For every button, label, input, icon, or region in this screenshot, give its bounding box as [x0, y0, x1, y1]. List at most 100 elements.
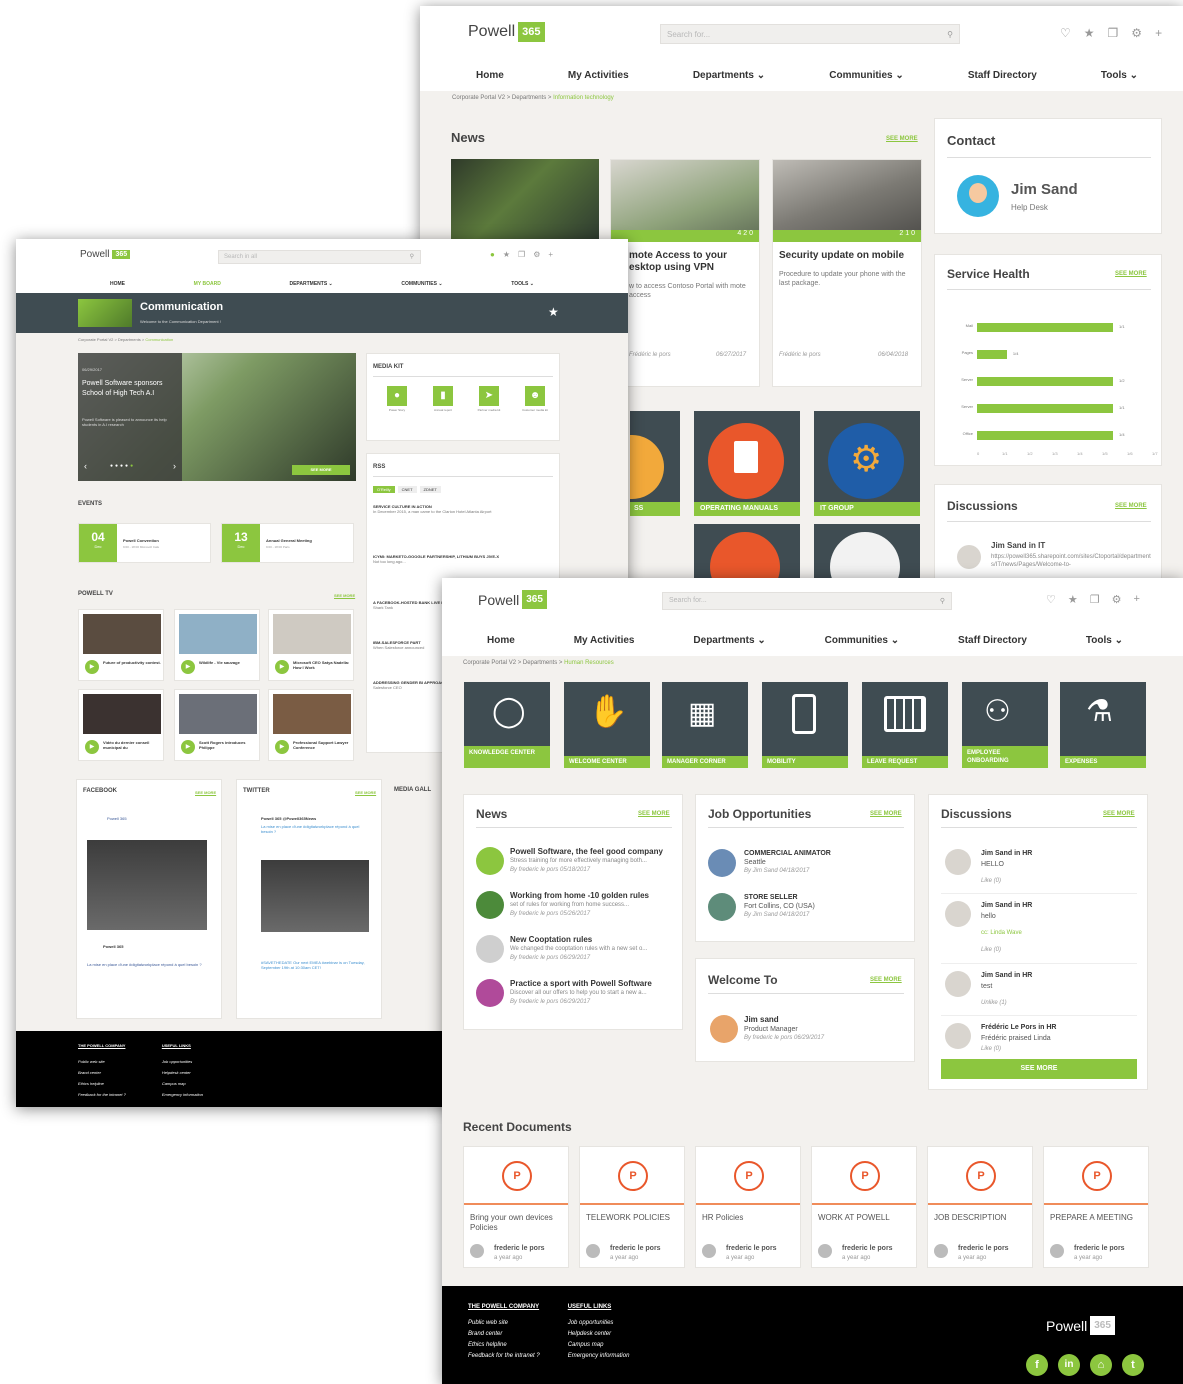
footer-link[interactable]: Feedback for the intranet ? [468, 1351, 540, 1362]
event-card[interactable]: 04 Dec Powell Convention 9:00 - 18:00 Mic… [78, 523, 211, 563]
youtube-icon[interactable]: ⌂ [1090, 1354, 1112, 1376]
document-card[interactable]: P Bring your own devices Policies freder… [463, 1146, 569, 1268]
next-arrow-icon[interactable]: › [173, 461, 176, 471]
news-item[interactable]: New Cooptation rules We changed the coopt… [510, 935, 676, 963]
plus-icon[interactable]: + [548, 250, 553, 259]
footer-link[interactable]: Helpdesk center [568, 1329, 630, 1340]
discussions-see-more-button[interactable]: SEE MORE [941, 1059, 1137, 1079]
avatar[interactable] [957, 175, 999, 217]
rss-tab[interactable]: ZDNET [419, 486, 441, 493]
see-more-link[interactable]: SEE MORE [195, 790, 216, 795]
nav-item[interactable]: My Activities [574, 635, 635, 646]
video-card[interactable]: ▶ Vidéo du dernier conseil municipal du [78, 689, 164, 761]
see-more-link[interactable]: SEE MORE [870, 811, 902, 817]
video-card[interactable]: ▶ Microsoft CEO Satya Nadella: How I Wor… [268, 609, 354, 681]
twitter-icon[interactable]: t [1122, 1354, 1144, 1376]
discussion-item[interactable]: Jim Sand in HR test Unlike (1) [981, 971, 1131, 1008]
gear-icon[interactable]: ⚙ [533, 250, 540, 259]
avatar[interactable] [710, 1015, 738, 1043]
news-item[interactable]: Practice a sport with Powell Software Dis… [510, 979, 676, 1007]
nav-item[interactable]: Departments ⌄ [693, 70, 765, 81]
nav-item[interactable]: TOOLS ⌄ [511, 281, 534, 287]
media-kit-item[interactable]: ● Power Story [379, 386, 415, 412]
tile-manager-corner[interactable]: ▦ MANAGER CORNER [662, 682, 748, 768]
discussion-text[interactable]: https://powell365.sharepoint.com/sites/C… [991, 553, 1151, 569]
news-image[interactable] [451, 159, 599, 241]
footer-link[interactable]: Feedback for the intranet ? [78, 1089, 126, 1100]
discussion-item[interactable]: Frédéric Le Pors in HR Frédéric praised L… [981, 1023, 1131, 1054]
news-card[interactable]: 2 1 0 Security update on mobile Procedur… [772, 159, 922, 387]
carousel-dots[interactable]: ●●●●● [110, 463, 135, 469]
news-card[interactable]: 4 2 0 mote Access to your esktop using V… [610, 159, 760, 387]
nav-item[interactable]: Staff Directory [958, 635, 1027, 646]
powell-logo[interactable]: Powell 365 [468, 22, 545, 42]
bell-icon[interactable]: ♡ [1060, 26, 1071, 40]
footer-link[interactable]: Brand center [78, 1067, 126, 1078]
rss-item[interactable]: SERVICE CULTURE IN ACTION In December 201… [373, 504, 553, 514]
breadcrumb-path[interactable]: Corporate Portal V2 > Departments > [463, 660, 564, 666]
footer-link[interactable]: Campus map [568, 1340, 630, 1351]
play-icon[interactable]: ▶ [275, 740, 289, 754]
play-icon[interactable]: ▶ [85, 660, 99, 674]
prev-arrow-icon[interactable]: ‹ [84, 461, 87, 471]
tile[interactable] [694, 524, 800, 581]
tile-it-group[interactable]: ⚙ IT GROUP [814, 411, 920, 516]
gear-icon[interactable]: ⚙ [1112, 593, 1122, 606]
media-kit-item[interactable]: ▮ Annual report [425, 386, 461, 412]
see-more-link[interactable]: SEE MORE [1103, 811, 1135, 817]
footer-link[interactable]: Ethics helpline [468, 1340, 540, 1351]
news-item[interactable]: Working from home -10 golden rules set of… [510, 891, 676, 919]
star-icon[interactable]: ★ [503, 250, 510, 259]
footer-link[interactable]: Ethics helpline [78, 1078, 126, 1089]
play-icon[interactable]: ▶ [181, 740, 195, 754]
nav-item[interactable]: Home [487, 635, 515, 646]
discussion-item[interactable]: Jim Sand in HR HELLO Like (0) [981, 849, 1131, 886]
copy-icon[interactable]: ❐ [518, 250, 525, 259]
tile-mobility[interactable]: MOBILITY [762, 682, 848, 768]
see-more-link[interactable]: SEE MORE [638, 811, 670, 817]
nav-item[interactable]: Communities ⌄ [829, 70, 904, 81]
contact-name[interactable]: Jim Sand [1011, 181, 1078, 198]
video-card[interactable]: ▶ Future of productivity contest. [78, 609, 164, 681]
bell-icon[interactable]: ♡ [1046, 593, 1056, 606]
see-more-link[interactable]: SEE MORE [870, 977, 902, 983]
facebook-page-name[interactable]: Powell 365 [107, 816, 127, 821]
search-icon[interactable]: ⚲ [410, 253, 414, 260]
powell-logo[interactable]: Powell 365 [80, 249, 131, 260]
search-input[interactable]: Search in all ⚲ [218, 250, 421, 264]
news-item[interactable]: Powell Software, the feel good company St… [510, 847, 676, 875]
footer-link[interactable]: Public web site [468, 1318, 540, 1329]
tweet-image[interactable] [261, 860, 369, 932]
footer-logo[interactable]: Powell 365 [1046, 1316, 1115, 1335]
see-more-link[interactable]: SEE MORE [334, 593, 355, 598]
hero-see-more-button[interactable]: SEE MORE [292, 465, 350, 475]
document-card[interactable]: P TELEWORK POLICIES frederic le pors a y… [579, 1146, 685, 1268]
footer-link[interactable]: Emergency information [162, 1089, 203, 1100]
see-more-link[interactable]: SEE MORE [355, 790, 376, 795]
nav-item[interactable]: COMMUNITIES ⌄ [401, 281, 442, 287]
document-card[interactable]: P HR Policies frederic le pors a year ag… [695, 1146, 801, 1268]
rss-tab[interactable]: CNET [397, 486, 417, 493]
nav-item[interactable]: Home [476, 70, 504, 81]
play-icon[interactable]: ▶ [275, 660, 289, 674]
see-more-link[interactable]: SEE MORE [886, 136, 918, 142]
document-card[interactable]: P PREPARE A MEETING frederic le pors a y… [1043, 1146, 1149, 1268]
tile[interactable] [814, 524, 920, 581]
avatar[interactable] [945, 901, 971, 927]
play-icon[interactable]: ▶ [85, 740, 99, 754]
avatar[interactable] [957, 545, 981, 569]
star-icon[interactable]: ★ [1068, 593, 1078, 606]
copy-icon[interactable]: ❐ [1108, 26, 1119, 40]
nav-item[interactable]: Staff Directory [968, 70, 1037, 81]
footer-link[interactable]: Emergency information [568, 1351, 630, 1362]
nav-item[interactable]: Tools ⌄ [1086, 635, 1123, 646]
powell-logo[interactable]: Powell 365 [478, 590, 547, 609]
nav-item[interactable]: HOME [110, 281, 125, 287]
see-more-link[interactable]: SEE MORE [1115, 503, 1147, 509]
job-item[interactable]: STORE SELLER Fort Collins, CO (USA) By Jim… [744, 893, 904, 920]
play-icon[interactable]: ▶ [181, 660, 195, 674]
facebook-icon[interactable]: f [1026, 1354, 1048, 1376]
tile-knowledge-center[interactable]: ◯ KNOWLEDGE CENTER [464, 682, 550, 768]
avatar[interactable] [945, 971, 971, 997]
tile-employee-onboarding[interactable]: ⚇ EMPLOYEE ONBOARDING [962, 682, 1048, 768]
